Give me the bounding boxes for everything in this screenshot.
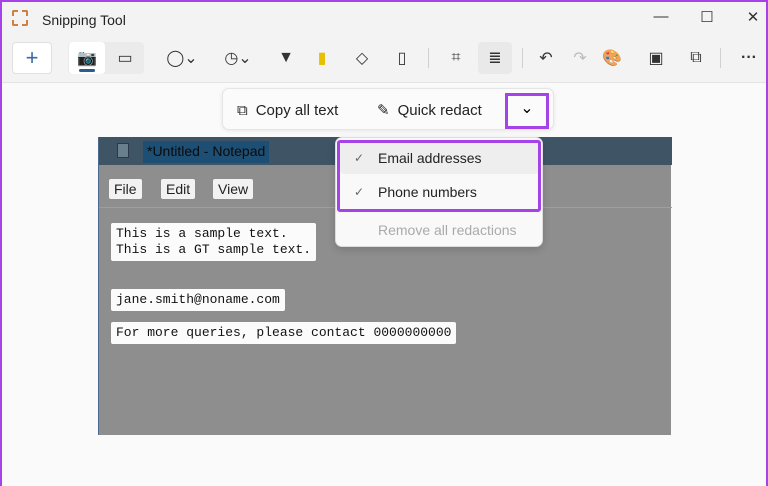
video-mode-button[interactable]: ▭ [108, 42, 142, 74]
notepad-menu-file: File [109, 179, 142, 199]
window-title: Snipping Tool [42, 12, 126, 28]
text-line-sample[interactable]: This is a sample text. This is a GT samp… [111, 223, 317, 261]
crop-button[interactable]: ⌗ [442, 42, 470, 74]
redact-dropdown-menu: ✓ Email addresses ✓ Phone numbers Remove a… [335, 137, 543, 247]
freeform-shape-icon: ◯⌄ [166, 50, 198, 67]
divider [720, 48, 721, 68]
ruler-icon: ▯ [397, 50, 407, 67]
copy-icon: ⧉ [237, 101, 248, 119]
undo-icon: ↶ [539, 50, 553, 67]
quick-redact-label: Quick redact [397, 101, 482, 119]
paint-button[interactable]: 🎨 [598, 42, 626, 74]
save-icon: ▣ [648, 50, 664, 67]
clock-icon: ◷⌄ [224, 50, 252, 67]
quick-redact-button[interactable]: ✎ Quick redact [377, 95, 482, 125]
menu-item-label: Remove all redactions [378, 222, 517, 238]
pen-button[interactable]: ▼ [272, 42, 300, 74]
notepad-title: *Untitled - Notepad [143, 141, 270, 163]
notepad-menu-edit: Edit [161, 179, 196, 199]
undo-button[interactable]: ↶ [532, 42, 560, 74]
divider [428, 48, 429, 68]
notepad-menu-view: View [213, 179, 254, 199]
save-button[interactable]: ▣ [642, 42, 670, 74]
video-icon: ▭ [117, 50, 133, 67]
highlighter-icon: ▮ [317, 50, 327, 67]
copy-icon: ⧉ [690, 49, 702, 66]
more-button[interactable]: ··· [734, 42, 764, 74]
text-line-email[interactable]: jane.smith@noname.com [111, 289, 285, 311]
copy-all-text-button[interactable]: ⧉ Copy all text [237, 95, 338, 125]
text-actions-icon: ≣ [488, 50, 502, 67]
new-snip-button[interactable]: + [12, 42, 52, 74]
redo-icon: ↷ [573, 50, 587, 67]
redo-button[interactable]: ↷ [566, 42, 594, 74]
pen-icon: ▼ [278, 49, 294, 66]
menu-item-remove-all-redactions[interactable]: Remove all redactions [340, 214, 540, 246]
copy-all-text-label: Copy all text [255, 101, 339, 119]
close-button[interactable]: ✕ [738, 8, 768, 28]
selected-indicator [79, 69, 95, 72]
highlighter-button[interactable]: ▮ [308, 42, 336, 74]
divider [522, 48, 523, 68]
highlight-box [337, 140, 541, 212]
eraser-button[interactable]: ◇ [348, 42, 376, 74]
ruler-button[interactable]: ▯ [388, 42, 416, 74]
maximize-button[interactable]: ☐ [692, 8, 722, 28]
paint-palette-icon: 🎨 [602, 50, 622, 67]
text-actions-button[interactable]: ≣ [478, 42, 512, 74]
minimize-button[interactable]: — [646, 8, 676, 28]
quick-redact-dropdown-button[interactable]: ⌄ [505, 93, 549, 129]
crop-icon: ⌗ [451, 49, 461, 66]
app-icon [12, 10, 28, 26]
eraser-icon: ◇ [355, 50, 369, 67]
delay-button[interactable]: ◷⌄ [218, 42, 258, 74]
copy-button[interactable]: ⧉ [682, 42, 710, 74]
text-actions-bar: ⧉ Copy all text ✎ Quick redact ⌄ [222, 88, 554, 130]
camera-icon: 📷 [77, 50, 97, 67]
redact-icon: ✎ [377, 102, 390, 119]
snip-shape-button[interactable]: ◯⌄ [162, 42, 202, 74]
notepad-icon [117, 143, 129, 158]
text-line-contact[interactable]: For more queries, please contact 0000000… [111, 322, 457, 344]
